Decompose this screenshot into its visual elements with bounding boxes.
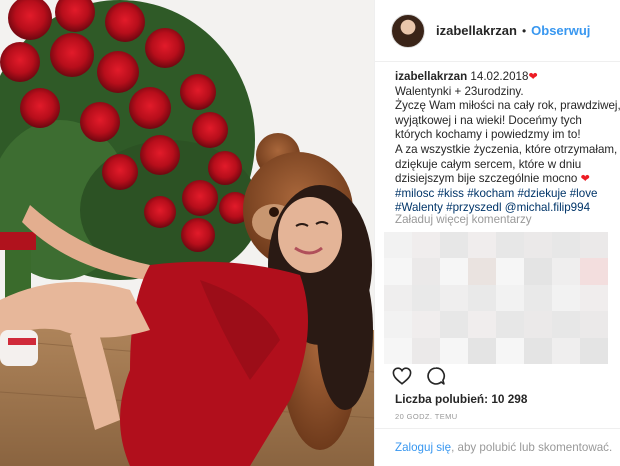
post-photo[interactable] bbox=[0, 0, 374, 466]
caption-line: których kochamy i powiedzmy im to! bbox=[395, 128, 581, 142]
blur-cell bbox=[468, 284, 496, 312]
blur-cell bbox=[524, 258, 552, 285]
blur-cell bbox=[552, 337, 580, 364]
blur-cell bbox=[580, 232, 608, 259]
blur-cell bbox=[524, 337, 552, 364]
post-timestamp: 20 GODZ. TEMU bbox=[395, 412, 458, 421]
caption-line: Życzę Wam miłości na cały rok, prawdziwe… bbox=[395, 99, 620, 113]
follow-button[interactable]: Obserwuj bbox=[531, 23, 590, 38]
blur-cell bbox=[468, 337, 496, 364]
comment-bubble-icon bbox=[427, 367, 446, 385]
hashtag-link[interactable]: #milosc bbox=[395, 187, 434, 200]
login-prompt: Zaloguj się, aby polubić lub skomentować… bbox=[375, 428, 620, 466]
hashtag-link[interactable]: #dziekuje bbox=[517, 187, 566, 200]
caption-line: wyjątkowej i na wieki! Doceńmy tych bbox=[395, 113, 582, 127]
blur-cell bbox=[496, 258, 524, 285]
hashtag-link[interactable]: #kiss bbox=[438, 187, 464, 200]
blurred-comments-grid bbox=[384, 232, 608, 364]
blur-cell bbox=[552, 311, 580, 338]
blur-cell bbox=[440, 258, 468, 285]
post-header: izabellakrzan • Obserwuj bbox=[375, 0, 620, 62]
load-more-comments-link[interactable]: Załaduj więcej komentarzy bbox=[395, 213, 532, 226]
header-username[interactable]: izabellakrzan bbox=[436, 23, 517, 38]
blur-cell bbox=[384, 232, 412, 259]
blur-cell bbox=[552, 258, 580, 285]
blur-cell bbox=[524, 232, 552, 259]
heart-outline-icon bbox=[392, 367, 412, 385]
blur-cell bbox=[580, 337, 608, 364]
blur-cell bbox=[496, 232, 524, 259]
blur-cell bbox=[440, 311, 468, 338]
heart-emoji-icon: ❤ bbox=[528, 71, 538, 83]
blur-cell bbox=[552, 232, 580, 259]
blur-cell bbox=[412, 311, 440, 338]
caption-line-heart: dzisiejszym bije szczególnie mocno ❤ bbox=[395, 172, 617, 187]
blur-cell bbox=[440, 232, 468, 259]
caption-date: 14.02.2018 bbox=[470, 70, 529, 83]
blur-cell bbox=[440, 284, 468, 312]
hashtags-row: #milosc #kiss #kocham #dziekuje #love bbox=[395, 187, 617, 202]
blur-cell bbox=[384, 337, 412, 364]
login-link[interactable]: Zaloguj się bbox=[395, 441, 451, 454]
post-actions bbox=[391, 364, 611, 388]
caption-line: dziękuje całym sercem, które w dniu bbox=[395, 157, 582, 171]
blur-cell bbox=[496, 284, 524, 312]
avatar[interactable] bbox=[391, 13, 425, 48]
blur-cell bbox=[496, 311, 524, 338]
blur-cell bbox=[468, 311, 496, 338]
blur-cell bbox=[552, 284, 580, 312]
login-prompt-text: , aby polubić lub skomentować. bbox=[451, 441, 613, 454]
comment-button[interactable] bbox=[425, 365, 447, 387]
blur-cell bbox=[412, 337, 440, 364]
blur-cell bbox=[384, 311, 412, 338]
blur-cell bbox=[384, 284, 412, 312]
blur-cell bbox=[468, 232, 496, 259]
blur-cell bbox=[524, 311, 552, 338]
blur-cell bbox=[440, 337, 468, 364]
blur-cell bbox=[524, 284, 552, 312]
hashtag-link[interactable]: #love bbox=[570, 187, 598, 200]
caption-line: A za wszystkie życzenia, które otrzymała… bbox=[395, 142, 618, 156]
blur-cell bbox=[496, 337, 524, 364]
like-button[interactable] bbox=[391, 365, 413, 387]
blur-cell bbox=[580, 311, 608, 338]
caption-username[interactable]: izabellakrzan bbox=[395, 70, 467, 83]
blur-cell bbox=[580, 258, 608, 285]
blurred-comments bbox=[384, 232, 608, 364]
blur-cell bbox=[412, 258, 440, 285]
blur-cell bbox=[580, 284, 608, 312]
blur-cell bbox=[384, 258, 412, 285]
caption-line: dzisiejszym bije szczególnie mocno bbox=[395, 172, 578, 186]
hashtag-link[interactable]: #kocham bbox=[467, 187, 514, 200]
photo-illustration bbox=[0, 0, 374, 466]
header-separator: • bbox=[521, 23, 527, 38]
post-caption: izabellakrzan 14.02.2018❤ Walentynki + 2… bbox=[395, 70, 620, 216]
heart-emoji-icon: ❤ bbox=[580, 173, 590, 186]
caption-first-line: izabellakrzan 14.02.2018❤ bbox=[395, 70, 617, 85]
blur-cell bbox=[468, 258, 496, 285]
blur-cell bbox=[412, 284, 440, 312]
likes-count[interactable]: Liczba polubień: 10 298 bbox=[395, 392, 527, 406]
caption-line: Walentynki + 23urodziny. bbox=[395, 84, 524, 98]
blur-cell bbox=[412, 232, 440, 259]
